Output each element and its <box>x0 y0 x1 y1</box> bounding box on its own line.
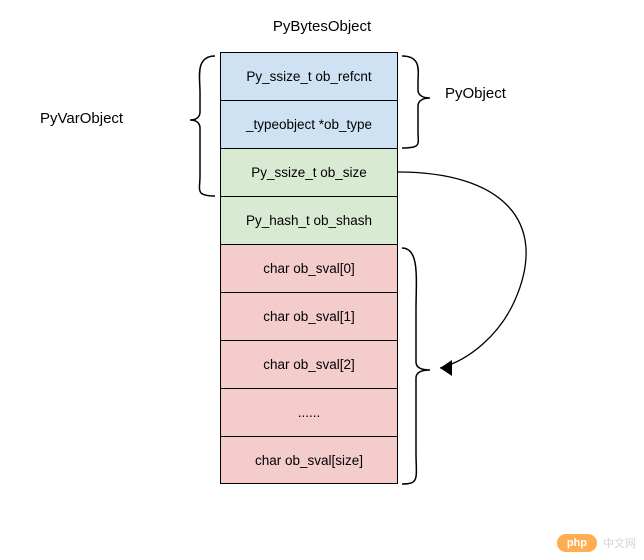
arrow-size-to-array <box>398 172 526 368</box>
brace-sval-array <box>402 248 430 484</box>
cell-ellipsis: ...... <box>220 388 398 436</box>
cell-ob-sval-1: char ob_sval[1] <box>220 292 398 340</box>
watermark-text: 中文网 <box>603 535 636 551</box>
label-pyvarobject: PyVarObject <box>40 110 123 127</box>
cell-ob-type: _typeobject *ob_type <box>220 100 398 148</box>
struct-stack: Py_ssize_t ob_refcnt _typeobject *ob_typ… <box>220 52 398 484</box>
cell-ob-shash: Py_hash_t ob_shash <box>220 196 398 244</box>
cell-ob-sval-0: char ob_sval[0] <box>220 244 398 292</box>
diagram-title: PyBytesObject <box>273 18 371 35</box>
cell-ob-size: Py_ssize_t ob_size <box>220 148 398 196</box>
cell-ob-refcnt: Py_ssize_t ob_refcnt <box>220 52 398 100</box>
watermark: php 中文网 <box>557 534 636 552</box>
cell-ob-sval-n: char ob_sval[size] <box>220 436 398 484</box>
brace-pyobject <box>402 56 430 148</box>
arrow-head-icon <box>440 360 452 376</box>
watermark-badge: php <box>557 534 597 552</box>
cell-ob-sval-2: char ob_sval[2] <box>220 340 398 388</box>
label-pyobject: PyObject <box>445 85 506 102</box>
brace-pyvarobject <box>190 56 215 196</box>
